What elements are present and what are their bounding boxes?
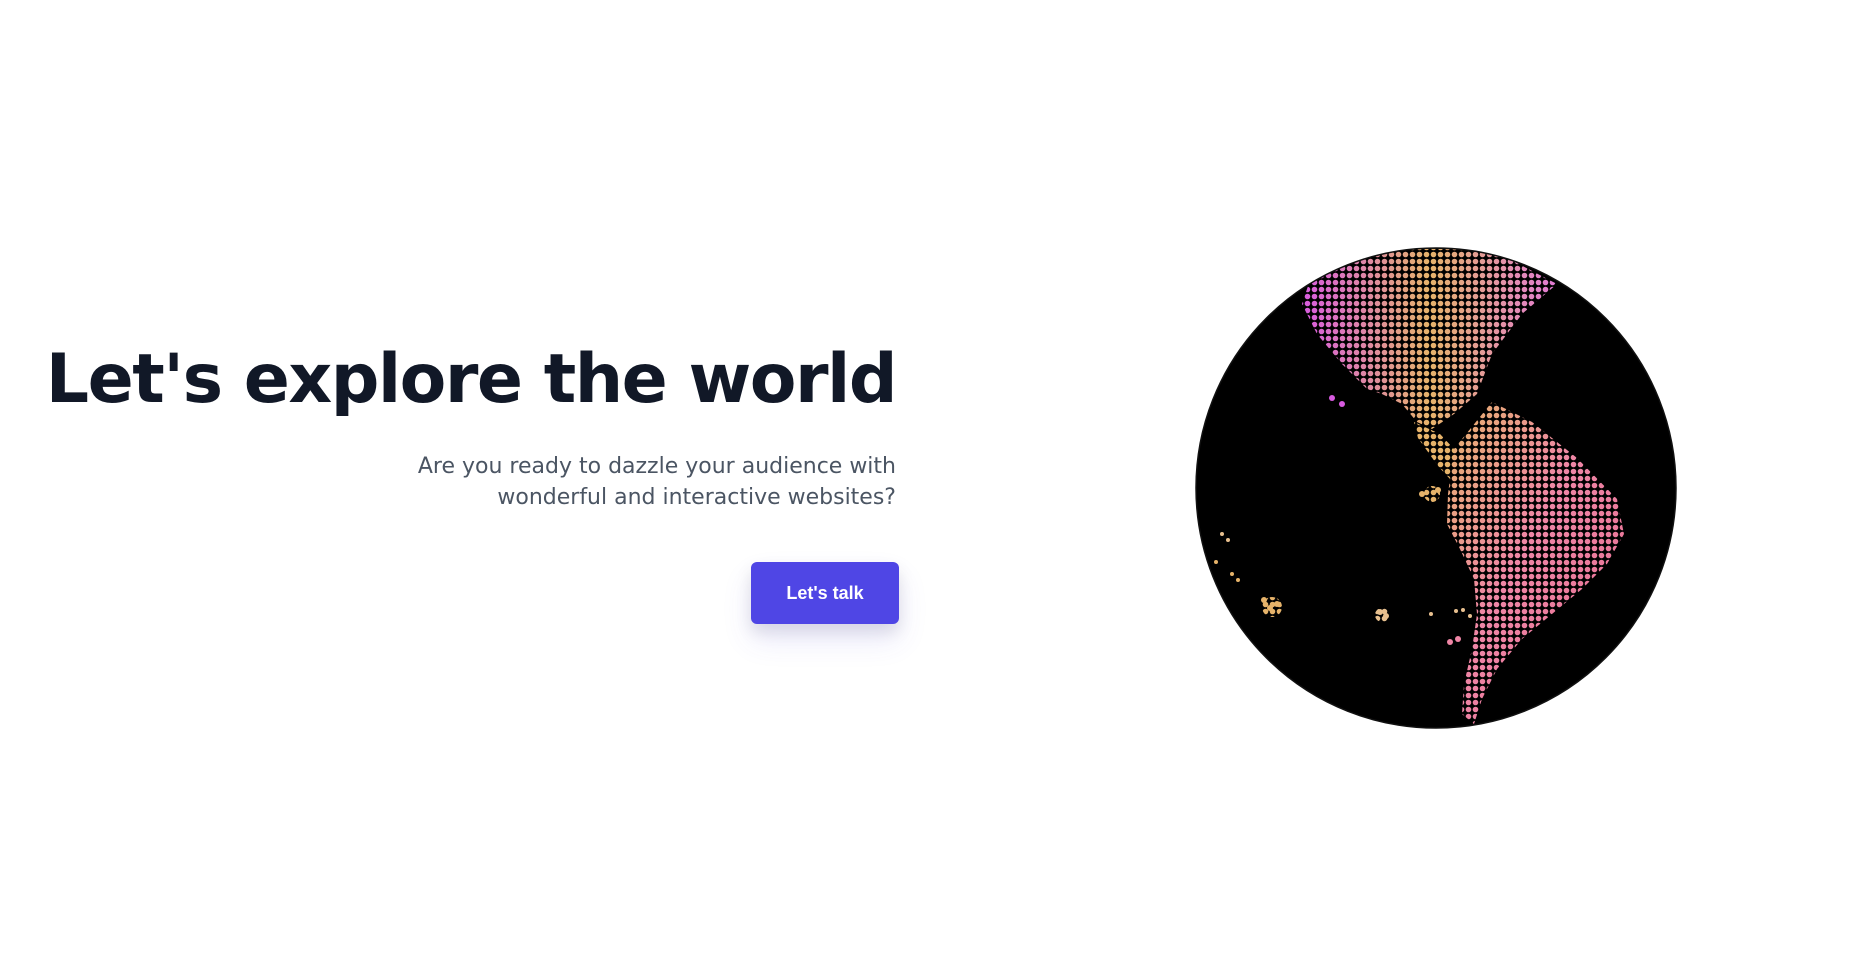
- hero-section: Let's explore the world Are you ready to…: [0, 0, 1876, 978]
- page-title: Let's explore the world: [45, 340, 898, 419]
- lets-talk-button[interactable]: Let's talk: [751, 562, 899, 624]
- hero-subtitle: Are you ready to dazzle your audience wi…: [417, 454, 896, 511]
- hero-text-block: Let's explore the world Are you ready to…: [0, 340, 898, 513]
- globe-illustration[interactable]: [1192, 244, 1680, 732]
